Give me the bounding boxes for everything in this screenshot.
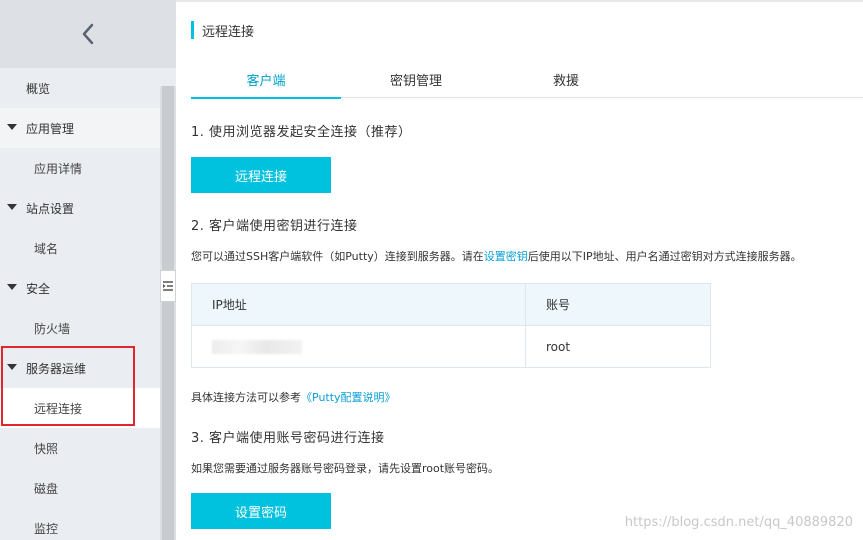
set-key-link[interactable]: 设置密钥 <box>484 250 528 263</box>
sidebar-item-label: 概览 <box>26 81 51 96</box>
sidebar-item-firewall[interactable]: 防火墙 <box>0 308 160 348</box>
sidebar-nav: 概览 应用管理 应用详情 站点设置 域名 安全 防火墙 服务器运维 远程连接 快… <box>0 68 160 540</box>
sidebar-item-label: 防火墙 <box>34 321 71 336</box>
ref-text: 具体连接方法可以参考 <box>191 391 301 404</box>
connection-info-table: IP地址 账号 root <box>191 283 711 368</box>
sidebar-item-label: 监控 <box>34 521 59 536</box>
sidebar: 概览 应用管理 应用详情 站点设置 域名 安全 防火墙 服务器运维 远程连接 快… <box>0 0 176 540</box>
sidebar-item-label: 远程连接 <box>34 401 83 416</box>
collapse-menu-icon[interactable] <box>160 270 176 302</box>
ip-address-cell <box>191 325 526 368</box>
table-row: root <box>191 325 711 368</box>
sidebar-item-domain[interactable]: 域名 <box>0 228 160 268</box>
sidebar-item-remote-connect[interactable]: 远程连接 <box>0 388 160 428</box>
tab-rescue[interactable]: 救援 <box>491 60 641 98</box>
sidebar-item-overview[interactable]: 概览 <box>0 68 160 108</box>
section2-title: 2. 客户端使用密钥进行连接 <box>191 219 358 234</box>
putty-guide-link[interactable]: 《Putty配置说明》 <box>301 391 396 404</box>
back-chevron-icon[interactable] <box>74 20 102 48</box>
table-header-ip: IP地址 <box>191 283 526 326</box>
sidebar-item-label: 安全 <box>26 281 51 296</box>
section3-description: 如果您需要通过服务器账号密码登录，请先设置root账号密码。 <box>191 462 500 475</box>
sidebar-header <box>0 0 176 68</box>
redacted-ip <box>212 339 302 354</box>
caret-down-icon <box>7 124 17 130</box>
sidebar-item-label: 域名 <box>34 241 59 256</box>
sidebar-item-label: 快照 <box>34 441 59 456</box>
section1-title: 1. 使用浏览器发起安全连接（推荐） <box>191 125 412 140</box>
table-header-account: 账号 <box>525 283 711 326</box>
sidebar-group-app-management[interactable]: 应用管理 <box>0 108 160 148</box>
sidebar-group-site-settings[interactable]: 站点设置 <box>0 188 160 228</box>
table-header-row: IP地址 账号 <box>191 283 711 326</box>
watermark: https://blog.csdn.net/qq_40889820 <box>624 515 853 530</box>
caret-down-icon <box>7 284 17 290</box>
sidebar-item-app-details[interactable]: 应用详情 <box>0 148 160 188</box>
account-cell: root <box>525 325 711 368</box>
set-password-button[interactable]: 设置密码 <box>191 493 331 529</box>
section3-title: 3. 客户端使用账号密码进行连接 <box>191 431 385 446</box>
sidebar-item-label: 服务器运维 <box>26 361 87 376</box>
page-title-text: 远程连接 <box>202 24 255 40</box>
section2-description: 您可以通过SSH客户端软件（如Putty）连接到服务器。请在设置密钥后使用以下I… <box>191 248 802 264</box>
title-accent-bar <box>191 21 194 39</box>
main-content: 远程连接 客户端 密钥管理 救援 1. 使用浏览器发起安全连接（推荐） 远程连接… <box>176 0 863 540</box>
desc-text: 后使用以下IP地址、用户名通过密钥对方式连接服务器。 <box>527 250 802 263</box>
sidebar-item-label: 站点设置 <box>26 201 75 216</box>
top-divider <box>176 0 863 2</box>
sidebar-group-security[interactable]: 安全 <box>0 268 160 308</box>
desc-text: 您可以通过SSH客户端软件（如Putty）连接到服务器。请在 <box>191 250 484 263</box>
tab-key-management[interactable]: 密钥管理 <box>341 60 491 98</box>
tab-client[interactable]: 客户端 <box>191 60 341 99</box>
sidebar-group-server-ops[interactable]: 服务器运维 <box>0 348 160 388</box>
sidebar-item-monitor[interactable]: 监控 <box>0 508 160 540</box>
sidebar-item-disk[interactable]: 磁盘 <box>0 468 160 508</box>
remote-connect-button[interactable]: 远程连接 <box>191 157 331 193</box>
sidebar-item-label: 磁盘 <box>34 481 59 496</box>
sidebar-item-snapshot[interactable]: 快照 <box>0 428 160 468</box>
sidebar-scrollbar-thumb[interactable] <box>162 86 174 540</box>
putty-reference: 具体连接方法可以参考《Putty配置说明》 <box>191 389 396 405</box>
page-title: 远程连接 <box>191 20 254 40</box>
caret-down-icon <box>7 364 17 370</box>
sidebar-item-label: 应用管理 <box>26 121 75 136</box>
tab-bar: 客户端 密钥管理 救援 <box>191 60 863 99</box>
caret-down-icon <box>7 204 17 210</box>
sidebar-item-label: 应用详情 <box>34 161 83 176</box>
